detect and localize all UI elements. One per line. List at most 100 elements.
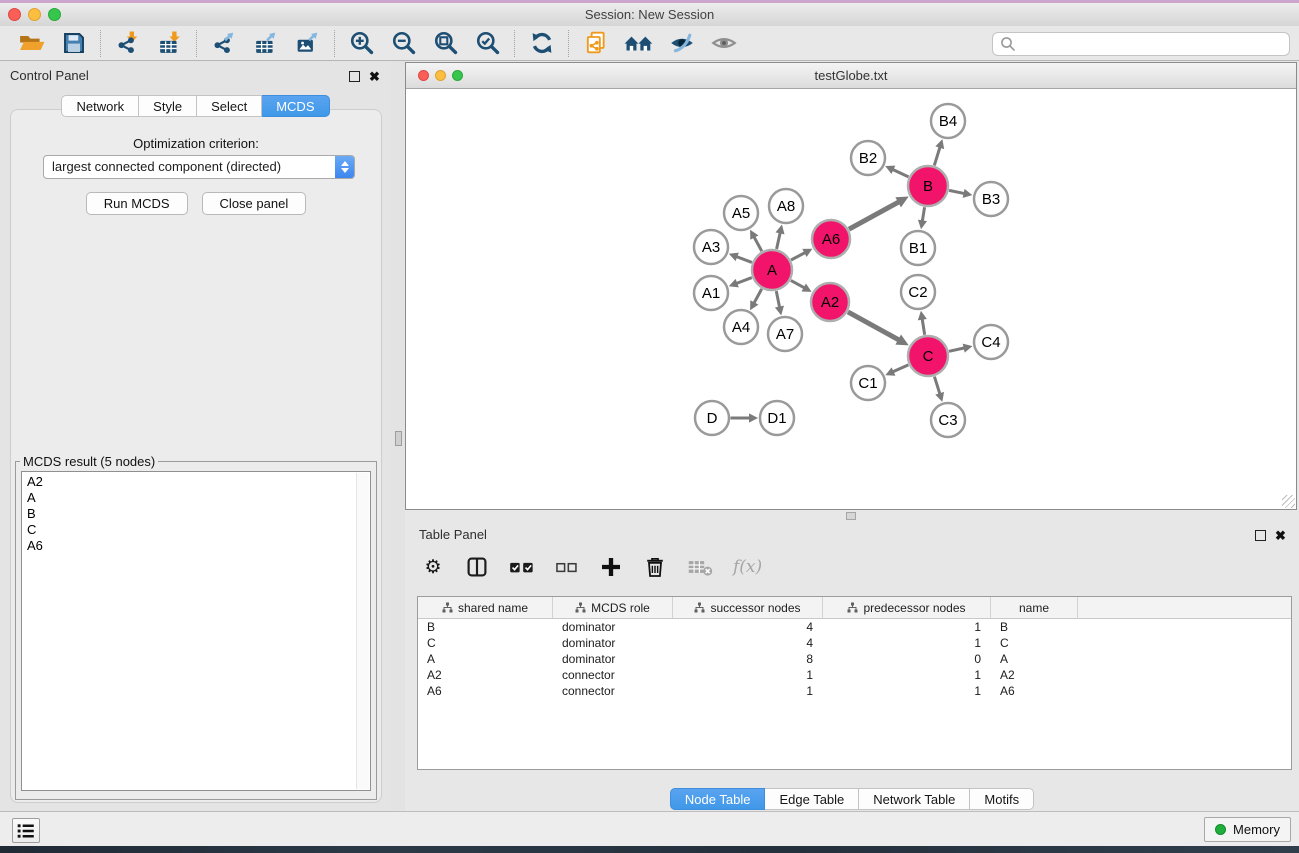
graph-node-A[interactable]: A [752, 250, 792, 290]
graph-node-D[interactable]: D [695, 401, 729, 435]
graph-node-C[interactable]: C [908, 336, 948, 376]
table-tab-motifs[interactable]: Motifs [970, 788, 1034, 810]
graph-edge-A-A8[interactable] [776, 225, 785, 249]
table-cell[interactable]: A6 [418, 684, 553, 698]
table-cell[interactable]: A6 [991, 684, 1078, 698]
graph-node-A8[interactable]: A8 [769, 189, 803, 223]
tab-network[interactable]: Network [61, 95, 139, 117]
graph-edge-A-A4[interactable] [750, 289, 762, 310]
table-cell[interactable]: A2 [418, 668, 553, 682]
table-row[interactable]: Cdominator41C [418, 635, 1291, 651]
table-cell[interactable]: C [418, 636, 553, 650]
table-cell[interactable]: A [991, 652, 1078, 666]
graph-node-A1[interactable]: A1 [694, 276, 728, 310]
run-mcds-button[interactable]: Run MCDS [86, 192, 188, 215]
select-all-button[interactable] [509, 553, 535, 581]
graph-edge-C-C4[interactable] [949, 344, 972, 353]
network-graph[interactable]: B4B2BB3A8A5A6B1A3AC2A1A2A4A7C4CC1DD1C3 [406, 89, 1296, 510]
table-cell[interactable]: B [418, 620, 553, 634]
table-cell[interactable]: dominator [553, 652, 673, 666]
graph-node-B4[interactable]: B4 [931, 104, 965, 138]
zoom-selected-button[interactable] [474, 28, 502, 58]
table-cell[interactable]: 1 [823, 684, 991, 698]
copy-network-button[interactable] [582, 28, 610, 58]
graph-node-C4[interactable]: C4 [974, 325, 1008, 359]
horizontal-splitter[interactable] [405, 510, 1299, 520]
criterion-dropdown[interactable]: largest connected component (directed) [43, 155, 355, 179]
splitter-handle[interactable] [395, 431, 402, 446]
task-history-button[interactable] [12, 818, 40, 843]
table-row[interactable]: Bdominator41B [418, 619, 1291, 635]
column-header-shared-name[interactable]: shared name [418, 597, 553, 618]
table-cell[interactable]: connector [553, 668, 673, 682]
graph-node-A6[interactable]: A6 [812, 220, 850, 258]
graph-node-B2[interactable]: B2 [851, 141, 885, 175]
graph-edge-A6-B[interactable] [849, 197, 909, 230]
column-header-mcds-role[interactable]: MCDS role [553, 597, 673, 618]
graph-edge-A2-C[interactable] [848, 312, 909, 345]
table-cell[interactable]: A [418, 652, 553, 666]
graph-node-A4[interactable]: A4 [724, 310, 758, 344]
mcds-result-item[interactable]: B [22, 506, 370, 522]
table-cell[interactable]: C [991, 636, 1078, 650]
graph-node-C1[interactable]: C1 [851, 366, 885, 400]
graph-node-B1[interactable]: B1 [901, 231, 935, 265]
graph-edge-B-B3[interactable] [949, 189, 972, 198]
vertical-splitter[interactable] [391, 61, 405, 812]
scrollbar-track[interactable] [356, 473, 369, 789]
graph-node-A5[interactable]: A5 [724, 196, 758, 230]
import-network-button[interactable] [114, 28, 142, 58]
double-home-button[interactable] [624, 28, 654, 58]
graph-node-C2[interactable]: C2 [901, 275, 935, 309]
deselect-all-button[interactable] [555, 553, 579, 581]
mcds-result-item[interactable]: A6 [22, 538, 370, 554]
export-image-button[interactable] [294, 28, 322, 58]
show-eye-button[interactable] [710, 28, 738, 58]
close-panel-button[interactable]: Close panel [202, 192, 307, 215]
hide-eye-button[interactable] [668, 28, 696, 58]
search-input[interactable] [1016, 35, 1289, 53]
table-row[interactable]: A2connector11A2 [418, 667, 1291, 683]
table-row[interactable]: Adominator80A [418, 651, 1291, 667]
table-cell[interactable]: 1 [673, 684, 823, 698]
column-header-predecessor-nodes[interactable]: predecessor nodes [823, 597, 991, 618]
memory-button[interactable]: Memory [1204, 817, 1291, 842]
table-cell[interactable]: 1 [823, 668, 991, 682]
mcds-result-item[interactable]: C [22, 522, 370, 538]
table-cell[interactable]: 1 [823, 620, 991, 634]
graph-node-D1[interactable]: D1 [760, 401, 794, 435]
table-cell[interactable]: 0 [823, 652, 991, 666]
graph-edge-C-C3[interactable] [934, 377, 944, 402]
graph-edge-A-A5[interactable] [750, 230, 762, 251]
save-session-button[interactable] [60, 28, 88, 58]
import-table-button[interactable] [156, 28, 184, 58]
table-cell[interactable]: dominator [553, 620, 673, 634]
mcds-result-item[interactable]: A2 [22, 474, 370, 490]
graph-node-C3[interactable]: C3 [931, 403, 965, 437]
graph-node-B3[interactable]: B3 [974, 182, 1008, 216]
settings-gear-button[interactable]: ⚙ [421, 553, 445, 581]
search-box[interactable] [992, 32, 1290, 56]
add-row-button[interactable] [599, 553, 623, 581]
table-cell[interactable]: 4 [673, 620, 823, 634]
graph-node-A2[interactable]: A2 [811, 283, 849, 321]
graph-edge-A-A3[interactable] [729, 253, 752, 263]
tab-style[interactable]: Style [139, 95, 197, 117]
zoom-in-button[interactable] [348, 28, 376, 58]
graph-edge-A-A7[interactable] [775, 291, 784, 315]
table-cell[interactable]: dominator [553, 636, 673, 650]
tab-select[interactable]: Select [197, 95, 262, 117]
graph-edge-D-D1[interactable] [731, 413, 759, 422]
delete-row-button[interactable] [643, 553, 667, 581]
close-panel-icon[interactable]: ✖ [1274, 529, 1287, 542]
column-chooser-button[interactable] [465, 553, 489, 581]
column-header-name[interactable]: name [991, 597, 1078, 618]
splitter-handle[interactable] [846, 512, 856, 520]
graph-edge-C-C2[interactable] [918, 311, 927, 335]
table-cell[interactable]: 4 [673, 636, 823, 650]
table-cell[interactable]: 1 [673, 668, 823, 682]
export-table-button[interactable] [252, 28, 280, 58]
zoom-fit-button[interactable] [432, 28, 460, 58]
graph-edge-A-A1[interactable] [729, 278, 752, 288]
mcds-result-item[interactable]: A [22, 490, 370, 506]
